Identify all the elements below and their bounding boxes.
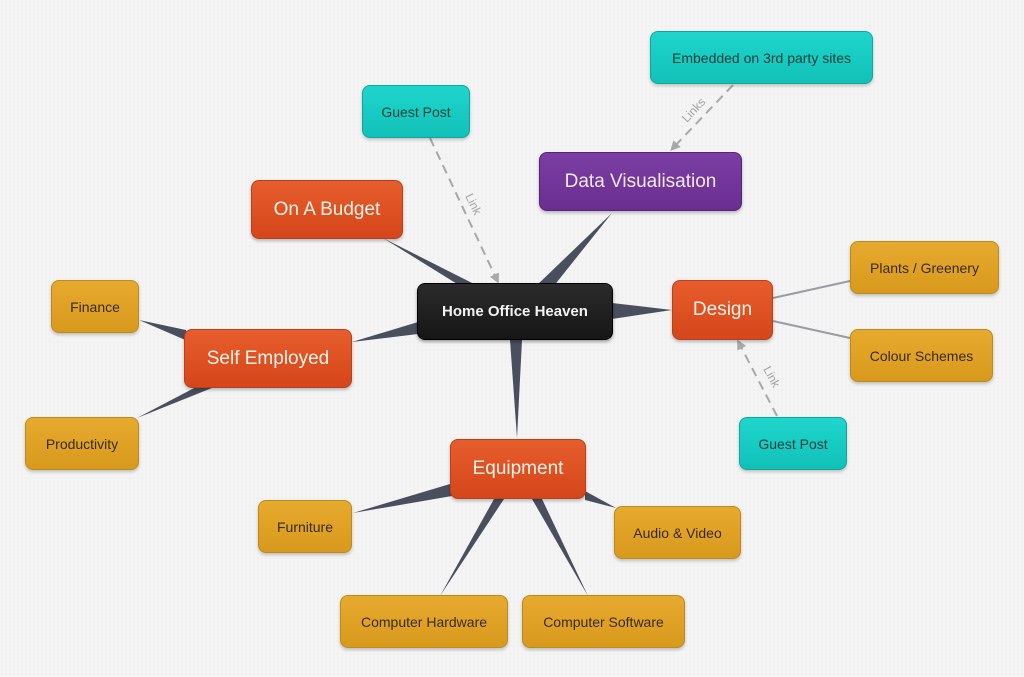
connector-equipment-furniture bbox=[353, 484, 452, 513]
node-furniture[interactable]: Furniture bbox=[258, 500, 352, 553]
link-label-guest-post-design: Link bbox=[760, 364, 783, 391]
node-label: Design bbox=[692, 299, 753, 320]
node-plants-greenery[interactable]: Plants / Greenery bbox=[850, 241, 999, 294]
node-equipment[interactable]: Equipment bbox=[450, 439, 586, 499]
root-node-label: Home Office Heaven bbox=[442, 303, 588, 320]
node-on-a-budget[interactable]: On A Budget bbox=[251, 180, 403, 239]
connector-equipment-audio bbox=[585, 491, 616, 508]
node-label: Equipment bbox=[472, 458, 564, 479]
node-self-employed[interactable]: Self Employed bbox=[184, 329, 352, 388]
node-computer-hardware[interactable]: Computer Hardware bbox=[340, 595, 508, 648]
root-node[interactable]: Home Office Heaven bbox=[417, 283, 613, 340]
connector-root-on-a-budget bbox=[383, 238, 480, 287]
node-label: Colour Schemes bbox=[869, 347, 974, 364]
node-label: Audio & Video bbox=[633, 524, 722, 541]
connector-root-equipment bbox=[510, 340, 522, 438]
node-label: Furniture bbox=[276, 518, 334, 535]
node-colour-schemes[interactable]: Colour Schemes bbox=[850, 329, 993, 382]
connector-equipment-software bbox=[532, 499, 588, 596]
node-audio-video[interactable]: Audio & Video bbox=[614, 506, 741, 559]
node-label: Computer Software bbox=[543, 613, 664, 630]
node-label: Plants / Greenery bbox=[870, 259, 979, 276]
node-label: Productivity bbox=[45, 435, 119, 452]
node-design[interactable]: Design bbox=[672, 280, 773, 340]
connector-design-colour bbox=[772, 320, 851, 339]
connector-self-employed-productivity bbox=[137, 386, 212, 418]
node-label: Guest Post bbox=[758, 435, 828, 452]
node-label: Embedded on 3rd party sites bbox=[672, 49, 851, 66]
node-label: Guest Post bbox=[381, 103, 451, 120]
node-finance[interactable]: Finance bbox=[51, 280, 139, 333]
connector-equipment-hardware bbox=[440, 499, 504, 596]
connector-root-self-employed bbox=[352, 322, 418, 342]
node-guest-post-design[interactable]: Guest Post bbox=[739, 417, 847, 470]
dashed-link-guest-post-root bbox=[429, 137, 499, 284]
connector-root-data-visualisation bbox=[535, 213, 612, 287]
node-guest-post-top[interactable]: Guest Post bbox=[362, 85, 470, 138]
mind-map-canvas: Link Links Link Home Office Heaven On A … bbox=[0, 0, 1024, 677]
connector-design-plants bbox=[772, 280, 851, 299]
node-label: Data Visualisation bbox=[564, 170, 717, 192]
node-label: Self Employed bbox=[206, 347, 330, 369]
node-label: On A Budget bbox=[273, 198, 381, 220]
node-computer-software[interactable]: Computer Software bbox=[522, 595, 685, 648]
connector-root-design bbox=[612, 303, 672, 319]
node-label: Finance bbox=[70, 298, 120, 315]
connector-self-employed-finance bbox=[139, 320, 190, 342]
node-data-visualisation[interactable]: Data Visualisation bbox=[539, 152, 742, 211]
link-label-embedded-data-vis: Links bbox=[679, 95, 708, 125]
node-label: Computer Hardware bbox=[360, 613, 488, 630]
node-productivity[interactable]: Productivity bbox=[25, 417, 139, 470]
node-embedded-3rd-party[interactable]: Embedded on 3rd party sites bbox=[650, 31, 873, 84]
